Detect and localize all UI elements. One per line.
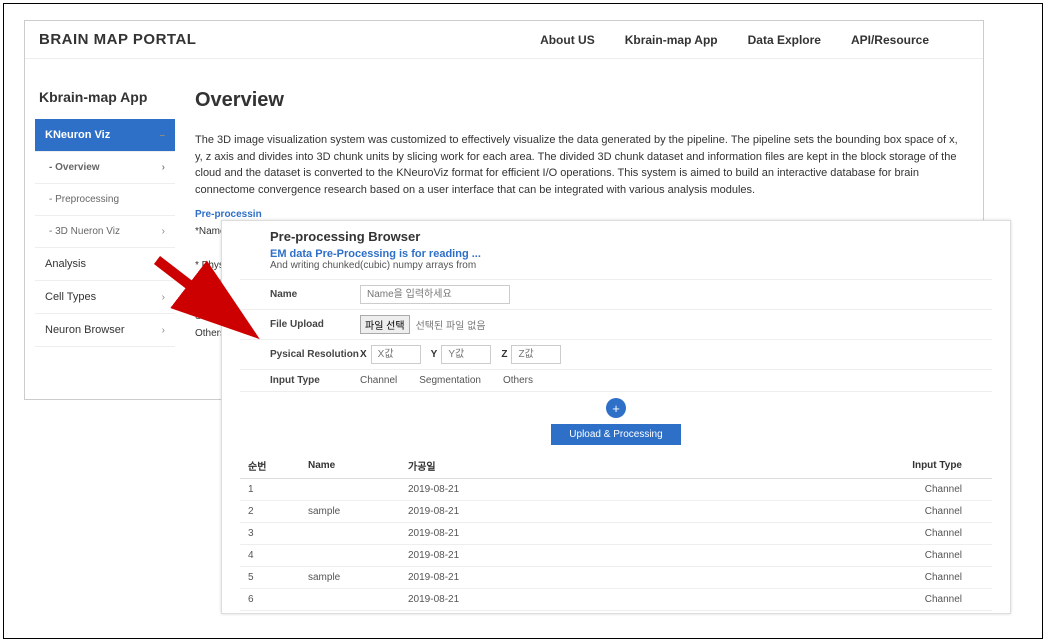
page-title: Overview: [195, 89, 963, 112]
name-input[interactable]: [360, 285, 510, 304]
upload-processing-button[interactable]: Upload & Processing: [551, 424, 680, 445]
file-label: File Upload: [270, 319, 360, 330]
row-resolution: Pysical Resolution X Y Z: [240, 339, 992, 369]
preprocessing-browser-panel: Pre-processing Browser EM data Pre-Proce…: [221, 220, 1011, 614]
table-row[interactable]: 12019-08-21Channel: [240, 479, 992, 501]
y-input[interactable]: [441, 345, 491, 364]
logo: BRAIN MAP PORTAL: [39, 31, 196, 48]
file-none-text: 선택된 파일 없음: [416, 317, 486, 332]
name-label: Name: [270, 289, 360, 300]
sidebar-item[interactable]: - Preprocessing: [35, 184, 175, 216]
sidebar-item[interactable]: KNeuron Viz–: [35, 119, 175, 152]
results-table: 순번 Name 가공일 Input Type 12019-08-21Channe…: [240, 453, 992, 611]
table-row[interactable]: 42019-08-21Channel: [240, 545, 992, 567]
th-name: Name: [300, 453, 400, 479]
row-input-type: Input Type Channel Segmentation Others: [240, 369, 992, 392]
y-axis-label: Y: [431, 349, 438, 360]
overview-text: The 3D image visualization system was cu…: [195, 132, 963, 198]
row-name: Name: [240, 279, 992, 309]
th-date: 가공일: [400, 453, 872, 479]
sidebar-item[interactable]: Cell Types›: [35, 281, 175, 314]
res-label: Pysical Resolution: [270, 349, 360, 360]
z-input[interactable]: [511, 345, 561, 364]
opt-others[interactable]: Others: [503, 375, 533, 386]
sidebar: Kbrain-map App KNeuron Viz–- Overview›- …: [35, 89, 175, 347]
overlay-subtitle: EM data Pre-Processing is for reading ..…: [270, 248, 992, 260]
nav-app[interactable]: Kbrain-map App: [625, 33, 718, 47]
th-seq: 순번: [240, 453, 300, 479]
overlay-desc: And writing chunked(cubic) numpy arrays …: [270, 260, 992, 271]
z-axis-label: Z: [501, 349, 507, 360]
table-row[interactable]: 5sample2019-08-21Channel: [240, 567, 992, 589]
row-file: File Upload 파일 선택 선택된 파일 없음: [240, 309, 992, 339]
table-row[interactable]: 32019-08-21Channel: [240, 523, 992, 545]
table-row[interactable]: 62019-08-21Channel: [240, 589, 992, 611]
sidebar-item[interactable]: Neuron Browser›: [35, 314, 175, 347]
opt-segmentation[interactable]: Segmentation: [419, 375, 481, 386]
opt-channel[interactable]: Channel: [360, 375, 397, 386]
nav-explore[interactable]: Data Explore: [748, 33, 821, 47]
sidebar-item[interactable]: Analysis+: [35, 248, 175, 281]
x-input[interactable]: [371, 345, 421, 364]
sidebar-title: Kbrain-map App: [35, 89, 175, 105]
add-button[interactable]: +: [606, 398, 626, 418]
file-choose-button[interactable]: 파일 선택: [360, 315, 410, 334]
nav-about[interactable]: About US: [540, 33, 595, 47]
th-type: Input Type: [872, 453, 992, 479]
overlay-title: Pre-processing Browser: [270, 229, 992, 244]
table-row[interactable]: 2sample2019-08-21Channel: [240, 501, 992, 523]
input-type-label: Input Type: [270, 375, 360, 386]
header: BRAIN MAP PORTAL About US Kbrain-map App…: [25, 21, 983, 59]
sidebar-item[interactable]: - Overview›: [35, 152, 175, 184]
x-axis-label: X: [360, 349, 367, 360]
sidebar-item[interactable]: - 3D Nueron Viz›: [35, 216, 175, 248]
top-nav: About US Kbrain-map App Data Explore API…: [540, 33, 969, 47]
nav-api[interactable]: API/Resource: [851, 33, 929, 47]
